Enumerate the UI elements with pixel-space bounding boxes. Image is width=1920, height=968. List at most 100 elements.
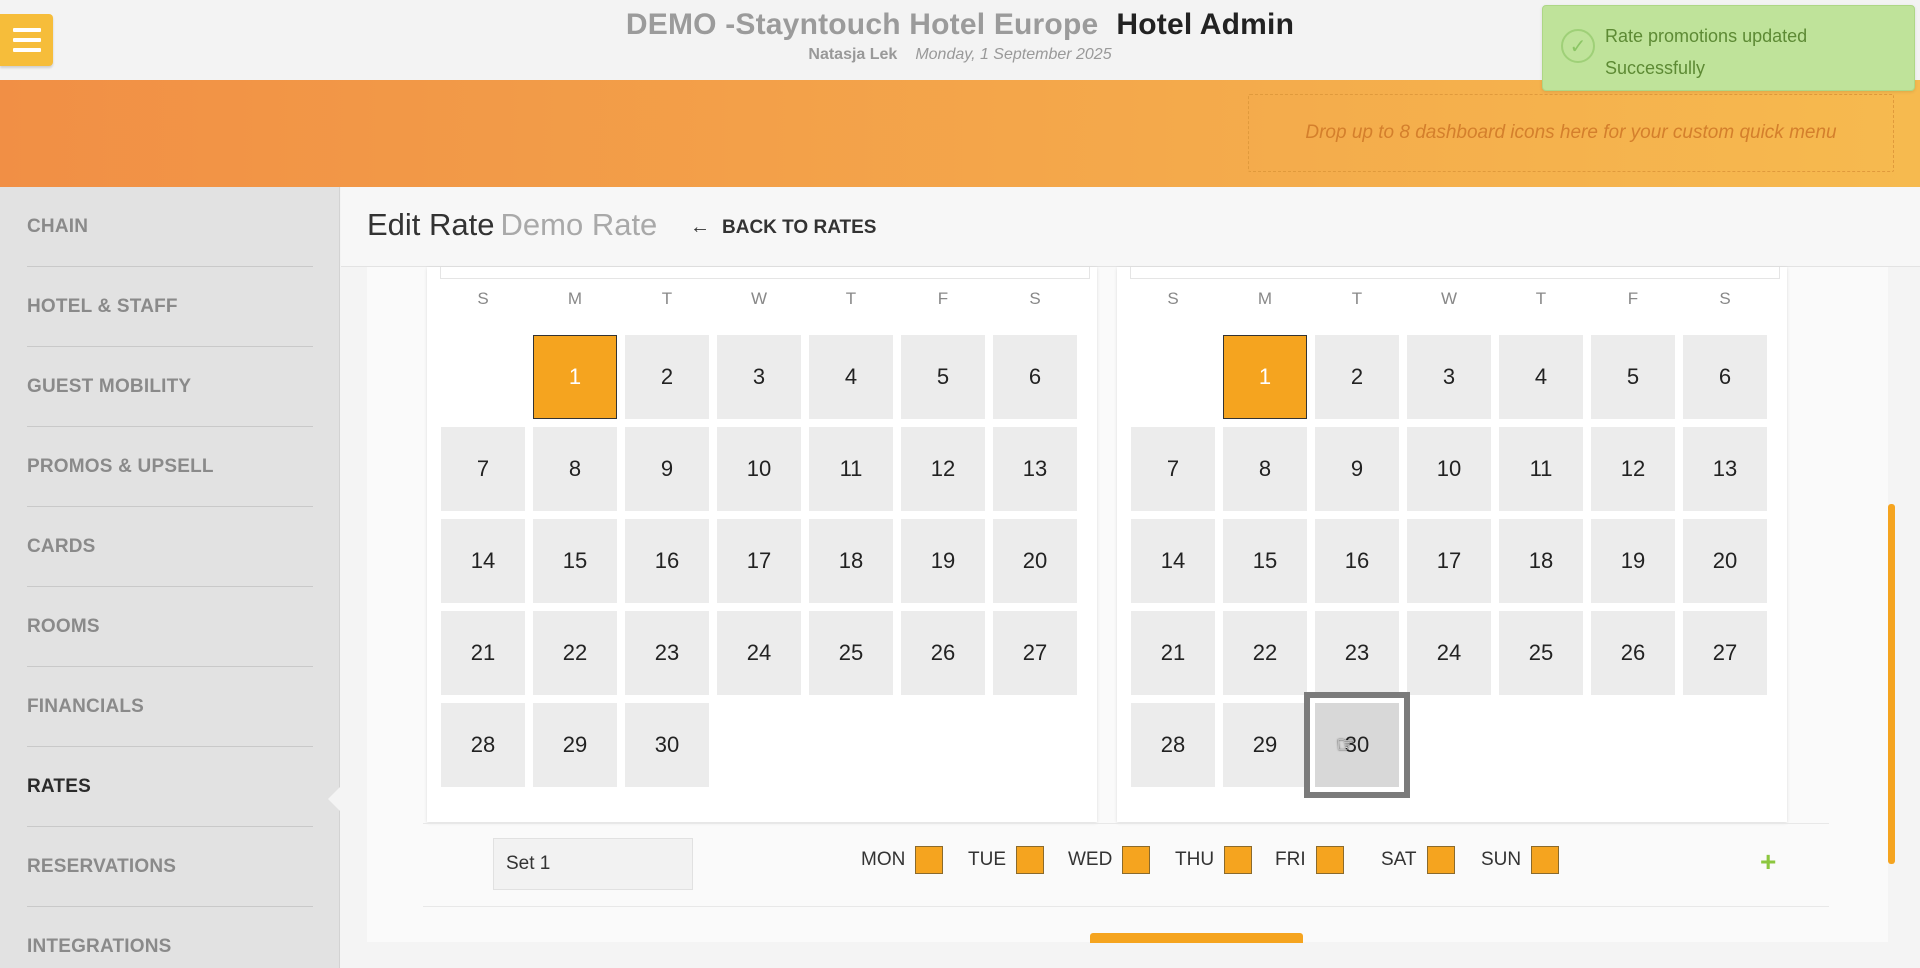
calendar-day[interactable]: 19 <box>901 519 985 603</box>
calendar-day[interactable]: 1 <box>1223 335 1307 419</box>
calendar-day[interactable]: 5 <box>901 335 985 419</box>
calendar-day[interactable]: 27 <box>1683 611 1767 695</box>
calendar-day[interactable]: 11 <box>809 427 893 511</box>
arrow-left-icon: ← <box>690 216 710 238</box>
calendar-day[interactable]: 30 <box>1304 692 1410 798</box>
calendar-day[interactable]: 12 <box>1591 427 1675 511</box>
set-name-input[interactable] <box>493 838 693 890</box>
sidebar-item-hotel-staff[interactable]: HOTEL & STAFF <box>27 267 313 347</box>
day-checkbox[interactable] <box>1122 846 1151 874</box>
scrollbar[interactable] <box>1888 504 1895 864</box>
calendar-day[interactable]: 28 <box>441 703 525 787</box>
calendar-day[interactable]: 21 <box>441 611 525 695</box>
calendar-day[interactable]: 15 <box>1223 519 1307 603</box>
calendar-day[interactable]: 14 <box>441 519 525 603</box>
day-flag-thu: THU <box>1175 846 1253 874</box>
calendar-day[interactable]: 19 <box>1591 519 1675 603</box>
sidebar-item-rates[interactable]: RATES <box>27 747 313 827</box>
weekday-label: S <box>1167 289 1179 308</box>
calendar-day[interactable]: 1 <box>533 335 617 419</box>
add-set-button[interactable]: + <box>1760 846 1776 878</box>
calendar-day[interactable]: 24 <box>1407 611 1491 695</box>
calendar-day[interactable]: 24 <box>717 611 801 695</box>
calendar-day[interactable]: 7 <box>1131 427 1215 511</box>
day-checkbox[interactable] <box>1426 846 1455 874</box>
day-flag-label: MON <box>861 849 906 870</box>
quick-menu-dropzone[interactable]: Drop up to 8 dashboard icons here for yo… <box>1248 94 1894 172</box>
calendar-day[interactable]: 25 <box>809 611 893 695</box>
calendar-day[interactable]: 22 <box>1223 611 1307 695</box>
calendar-day[interactable]: 11 <box>1499 427 1583 511</box>
day-flag-label: SAT <box>1381 849 1417 870</box>
calendar-day[interactable]: 23 <box>625 611 709 695</box>
back-to-rates-link[interactable]: ← BACK TO RATES <box>690 216 876 239</box>
calendar-day[interactable]: 25 <box>1499 611 1583 695</box>
calendar-day[interactable]: 22 <box>533 611 617 695</box>
weekday-label: M <box>1257 289 1273 308</box>
day-checkbox[interactable] <box>1016 846 1044 874</box>
calendar-day[interactable]: 2 <box>625 335 709 419</box>
day-flag-wed: WED <box>1068 846 1151 874</box>
current-date: Monday, 1 September 2025 <box>915 46 1112 63</box>
calendar-day[interactable]: 2 <box>1315 335 1399 419</box>
calendar-day[interactable]: 27 <box>993 611 1077 695</box>
calendar-day[interactable]: 10 <box>1407 427 1491 511</box>
hotel-name: DEMO -Stayntouch Hotel Europe <box>625 8 1099 41</box>
day-checkbox[interactable] <box>1315 846 1344 874</box>
calendar-day[interactable]: 16 <box>1315 519 1399 603</box>
save-button[interactable] <box>1090 933 1303 943</box>
calendar-day[interactable]: 17 <box>717 519 801 603</box>
sidebar-item-reservations[interactable]: RESERVATIONS <box>27 827 313 907</box>
calendar-day[interactable]: 20 <box>993 519 1077 603</box>
calendar-day[interactable]: 30 <box>625 703 709 787</box>
calendar-day[interactable]: 26 <box>1591 611 1675 695</box>
sidebar-item-cards[interactable]: CARDS <box>27 507 313 587</box>
calendar-day[interactable]: 26 <box>901 611 985 695</box>
calendar-day[interactable]: 6 <box>993 335 1077 419</box>
calendar-day[interactable]: 18 <box>809 519 893 603</box>
success-toast[interactable]: ✓ Rate promotions updated Successfully <box>1542 5 1915 91</box>
calendar-day[interactable]: 20 <box>1683 519 1767 603</box>
calendar-day[interactable]: 14 <box>1131 519 1215 603</box>
calendar-day[interactable]: 5 <box>1591 335 1675 419</box>
calendar-day[interactable]: 21 <box>1131 611 1215 695</box>
day-flag-label: TUE <box>968 849 1006 870</box>
day-checkbox[interactable] <box>915 846 944 874</box>
calendar-day[interactable]: 13 <box>993 427 1077 511</box>
calendar-day[interactable]: 23 <box>1315 611 1399 695</box>
calendar-day[interactable]: 4 <box>1499 335 1583 419</box>
calendar-day[interactable]: 16 <box>625 519 709 603</box>
day-checkbox[interactable] <box>1531 846 1560 874</box>
weekday-label: T <box>1351 289 1363 308</box>
calendar-day[interactable]: 8 <box>1223 427 1307 511</box>
day-flag-fri: FRI <box>1275 846 1344 874</box>
sidebar-item-promos-upsell[interactable]: PROMOS & UPSELL <box>27 427 313 507</box>
day-set-row: MON TUE WED THU FRI SAT SUN + <box>423 823 1829 907</box>
calendar-day[interactable]: 9 <box>625 427 709 511</box>
calendar-day[interactable]: 4 <box>809 335 893 419</box>
sidebar-item-guest-mobility[interactable]: GUEST MOBILITY <box>27 347 313 427</box>
sidebar-item-integrations[interactable]: INTEGRATIONS <box>27 907 313 968</box>
calendar-day[interactable]: 7 <box>441 427 525 511</box>
calendar-day[interactable]: 9 <box>1315 427 1399 511</box>
calendar-day[interactable]: 10 <box>717 427 801 511</box>
calendar-day[interactable]: 15 <box>533 519 617 603</box>
calendar-day[interactable]: 29 <box>1223 703 1307 787</box>
sidebar-item-financials[interactable]: FINANCIALS <box>27 667 313 747</box>
sidebar-item-rooms[interactable]: ROOMS <box>27 587 313 667</box>
calendar-day[interactable]: 13 <box>1683 427 1767 511</box>
calendar-day[interactable]: 3 <box>717 335 801 419</box>
sidebar-item-chain[interactable]: CHAIN <box>27 187 313 267</box>
day-checkbox[interactable] <box>1224 846 1253 874</box>
weekday-label: S <box>1719 289 1731 308</box>
calendar-day[interactable]: 3 <box>1407 335 1491 419</box>
calendar-header-edge <box>440 267 1090 279</box>
calendar-header-edge <box>1130 267 1780 279</box>
calendar-day[interactable]: 29 <box>533 703 617 787</box>
calendar-day[interactable]: 17 <box>1407 519 1491 603</box>
calendar-day[interactable]: 28 <box>1131 703 1215 787</box>
calendar-day[interactable]: 8 <box>533 427 617 511</box>
calendar-day[interactable]: 6 <box>1683 335 1767 419</box>
calendar-day[interactable]: 18 <box>1499 519 1583 603</box>
calendar-day[interactable]: 12 <box>901 427 985 511</box>
